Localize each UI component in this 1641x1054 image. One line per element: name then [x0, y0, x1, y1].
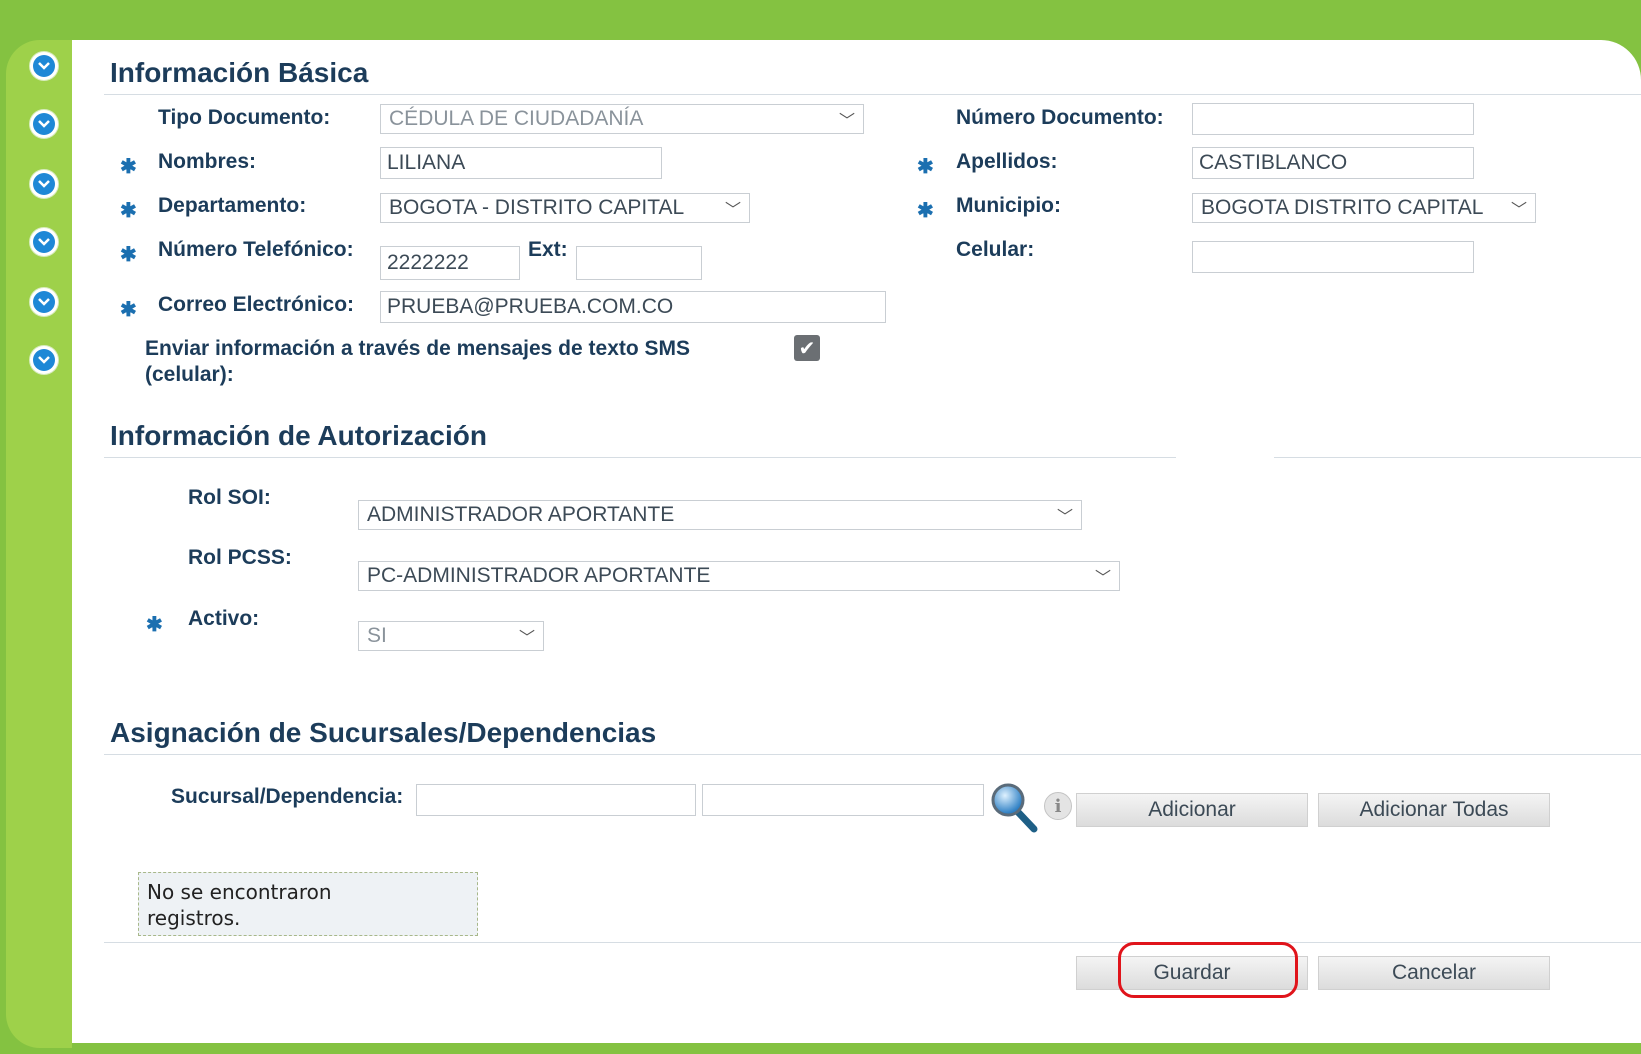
- departamento-value: BOGOTA - DISTRITO CAPITAL: [389, 196, 685, 219]
- chevron-down-icon: [33, 55, 55, 77]
- footer-divider: [104, 942, 1641, 943]
- tipo-documento-label: Tipo Documento:: [158, 106, 331, 129]
- empty-results: No se encontraron registros.: [138, 872, 478, 936]
- municipio-value: BOGOTA DISTRITO CAPITAL: [1201, 196, 1484, 219]
- nombres-label: Nombres:: [158, 150, 257, 173]
- departamento-select[interactable]: BOGOTA - DISTRITO CAPITAL ﹀: [380, 193, 750, 223]
- sucursal-name-input[interactable]: [702, 784, 984, 816]
- correo-label: Correo Electrónico:: [158, 293, 355, 316]
- activo-value: SI: [367, 624, 387, 647]
- chevron-down-icon: ﹀: [518, 630, 535, 647]
- side-toggle-5[interactable]: [30, 288, 58, 316]
- section-title-basic: Información Básica: [110, 57, 369, 88]
- apellidos-input[interactable]: [1192, 147, 1474, 179]
- add-button[interactable]: Adicionar: [1076, 793, 1308, 827]
- rol-pcss-label: Rol PCSS:: [188, 546, 292, 569]
- required-marker: ✱: [120, 299, 137, 321]
- required-marker: ✱: [120, 200, 137, 222]
- numero-documento-input[interactable]: [1192, 103, 1474, 135]
- municipio-label: Municipio:: [956, 194, 1061, 217]
- tipo-documento-value: CÉDULA DE CIUDADANÍA: [389, 107, 644, 130]
- empty-line-2: registros.: [147, 906, 241, 930]
- chevron-down-icon: ﹀: [1056, 509, 1073, 526]
- chevron-down-icon: ﹀: [838, 113, 855, 130]
- form-panel: Información Básica Tipo Documento: CÉDUL…: [72, 40, 1641, 1043]
- rol-soi-value: ADMINISTRADOR APORTANTE: [367, 503, 675, 526]
- magnifier-icon[interactable]: [990, 782, 1040, 839]
- chevron-down-icon: ﹀: [1510, 202, 1527, 219]
- correo-input[interactable]: [380, 291, 886, 323]
- required-marker: ✱: [120, 156, 137, 178]
- numero-documento-label: Número Documento:: [956, 106, 1164, 129]
- municipio-select[interactable]: BOGOTA DISTRITO CAPITAL ﹀: [1192, 193, 1536, 223]
- section-title-branches: Asignación de Sucursales/Dependencias: [110, 717, 657, 748]
- section-title-auth: Información de Autorización: [110, 420, 487, 451]
- sucursal-label: Sucursal/Dependencia:: [171, 785, 404, 808]
- chevron-down-icon: ﹀: [1094, 570, 1111, 587]
- sms-label-line1: Enviar información a través de mensajes …: [145, 337, 691, 360]
- rol-soi-label: Rol SOI:: [188, 486, 271, 509]
- sucursal-code-input[interactable]: [416, 784, 696, 816]
- rol-pcss-value: PC-ADMINISTRADOR APORTANTE: [367, 564, 711, 587]
- celular-input[interactable]: [1192, 241, 1474, 273]
- side-toggle-6[interactable]: [30, 346, 58, 374]
- activo-label: Activo:: [188, 607, 260, 630]
- required-marker: ✱: [917, 156, 934, 178]
- section-divider: [1274, 457, 1641, 458]
- chevron-down-icon: ﹀: [724, 202, 741, 219]
- tipo-documento-select[interactable]: CÉDULA DE CIUDADANÍA ﹀: [380, 104, 864, 134]
- save-highlight-ring: [1118, 942, 1298, 998]
- chevron-down-icon: [33, 173, 55, 195]
- telefono-label: Número Telefónico:: [158, 238, 354, 261]
- section-divider: [104, 754, 1641, 755]
- ext-input[interactable]: [576, 246, 702, 280]
- chevron-down-icon: [33, 231, 55, 253]
- chevron-down-icon: [33, 113, 55, 135]
- required-marker: ✱: [917, 200, 934, 222]
- apellidos-label: Apellidos:: [956, 150, 1058, 173]
- side-toggle-3[interactable]: [30, 170, 58, 198]
- side-toggle-4[interactable]: [30, 228, 58, 256]
- chevron-down-icon: [33, 291, 55, 313]
- sms-checkbox[interactable]: ✔: [794, 335, 820, 361]
- nombres-input[interactable]: [380, 147, 662, 179]
- required-marker: ✱: [120, 244, 137, 266]
- add-all-button[interactable]: Adicionar Todas: [1318, 793, 1550, 827]
- checkmark-icon: ✔: [798, 337, 816, 360]
- chevron-down-icon: [33, 349, 55, 371]
- info-icon[interactable]: i: [1044, 792, 1072, 820]
- telefono-input[interactable]: [380, 246, 520, 280]
- section-divider: [104, 94, 1641, 95]
- cancel-button[interactable]: Cancelar: [1318, 956, 1550, 990]
- departamento-label: Departamento:: [158, 194, 307, 217]
- activo-select[interactable]: SI ﹀: [358, 621, 544, 651]
- empty-line-1: No se encontraron: [147, 880, 332, 904]
- ext-label: Ext:: [528, 238, 568, 261]
- rol-soi-select[interactable]: ADMINISTRADOR APORTANTE ﹀: [358, 500, 1082, 530]
- required-marker: ✱: [146, 614, 163, 636]
- side-toggle-1[interactable]: [30, 52, 58, 80]
- sms-label-line2: (celular):: [145, 363, 234, 386]
- rol-pcss-select[interactable]: PC-ADMINISTRADOR APORTANTE ﹀: [358, 561, 1120, 591]
- celular-label: Celular:: [956, 238, 1035, 261]
- section-divider: [104, 457, 1176, 458]
- side-toggle-2[interactable]: [30, 110, 58, 138]
